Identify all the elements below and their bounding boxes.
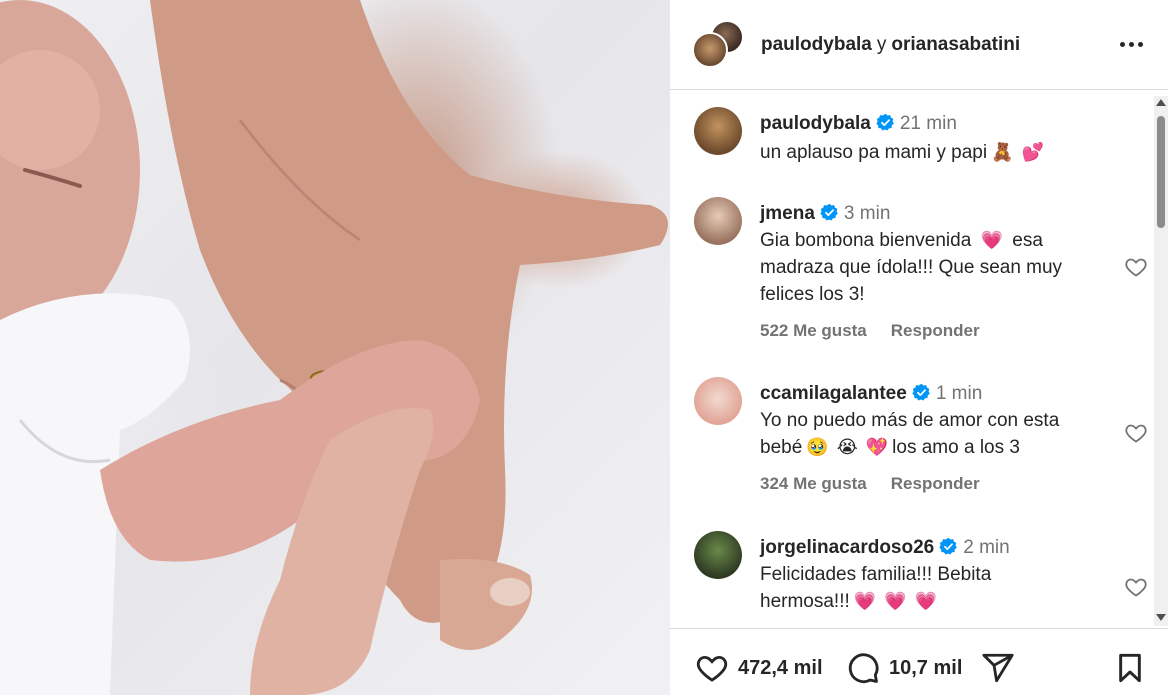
avatar[interactable] <box>692 32 728 68</box>
comment-line: Felicidades familia!!! Bebita <box>760 564 992 585</box>
comment-time: 21 min <box>899 113 957 134</box>
comment-meta: 324 Me gusta Responder <box>760 474 980 494</box>
comment-likes[interactable]: 522 Me gusta <box>760 321 867 340</box>
reply-button[interactable]: Responder <box>891 321 980 340</box>
authors-joiner: y <box>876 34 887 55</box>
comment-item: ccamilagalantee 1 min Yo no puedo más de … <box>694 377 1147 497</box>
comment-icon <box>848 653 879 684</box>
heart-icon <box>696 655 728 682</box>
avatar[interactable] <box>694 197 742 245</box>
comment-line: madraza que ídola!!! Que sean muy <box>760 257 1063 278</box>
comment-text: un aplauso pa mami y papi 🧸 💕 <box>760 139 1048 166</box>
like-comment-heart-icon[interactable] <box>1124 421 1148 445</box>
post-photo <box>0 0 670 695</box>
comment-line: felices los 3! <box>760 284 865 305</box>
comment-count[interactable]: 10,7 mil <box>889 657 962 680</box>
comment-text: Gia bombona bienvenida 💗 esa madraza que… <box>760 227 1110 308</box>
share-icon <box>982 653 1014 683</box>
avatar[interactable] <box>694 531 742 579</box>
more-icon-dot <box>1137 41 1143 47</box>
post-authors: paulodybala y orianasabatini <box>761 34 1020 56</box>
scrollbar-thumb[interactable] <box>1157 116 1165 228</box>
post-sidebar: paulodybala y orianasabatini paulodybala 21… <box>670 0 1168 695</box>
comment-text: Felicidades familia!!! Bebita hermosa!!!… <box>760 561 1110 615</box>
more-icon <box>1119 41 1125 47</box>
author-link[interactable]: orianasabatini <box>891 34 1020 55</box>
like-button[interactable]: 472,4 mil <box>694 651 823 685</box>
comment-username[interactable]: paulodybala <box>760 113 871 134</box>
crying-face-emoji: 😭 <box>836 437 858 457</box>
caption: paulodybala 21 min un aplauso pa mami y p… <box>694 107 1124 167</box>
verified-icon <box>820 203 838 221</box>
sparkling-heart-emoji: 💖 <box>865 437 889 457</box>
pleading-face-emoji: 🥹 <box>806 437 829 457</box>
comment-item: jmena 3 min Gia bombona bienvenida 💗 esa … <box>694 197 1147 347</box>
share-button[interactable] <box>980 651 1016 685</box>
comment-line: Gia bombona bienvenida <box>760 230 977 251</box>
caption-text: un aplauso pa mami y papi <box>760 142 988 163</box>
comments-list[interactable]: paulodybala 21 min un aplauso pa mami y p… <box>670 91 1168 628</box>
comment-text: Yo no puedo más de amor con esta bebé 🥹 😭 💖… <box>760 407 1110 461</box>
heart-emoji: 💗 <box>980 230 1003 250</box>
comment-button[interactable]: 10,7 mil <box>845 651 962 685</box>
comments-scrollbar[interactable] <box>1154 96 1168 626</box>
comment-meta: 522 Me gusta Responder <box>760 321 980 341</box>
comment-username[interactable]: jmena <box>760 203 815 224</box>
like-count[interactable]: 472,4 mil <box>738 657 823 680</box>
two-hearts-emoji: 💕 <box>1021 142 1044 162</box>
comment-line: bebé <box>760 437 803 458</box>
bookmark-icon <box>1119 653 1141 683</box>
comment-line: los amo a los 3 <box>892 437 1020 458</box>
comment-item: jorgelinacardoso26 2 min Felicidades fami… <box>694 531 1147 628</box>
post-header: paulodybala y orianasabatini <box>670 0 1168 90</box>
heart-emoji: 💗 <box>914 591 938 611</box>
teddy-bear-emoji: 🧸 <box>991 142 1014 162</box>
scroll-up-arrow-icon[interactable] <box>1156 99 1166 106</box>
author-link[interactable]: paulodybala <box>761 34 872 55</box>
collab-avatars[interactable] <box>692 20 744 70</box>
comment-likes[interactable]: 324 Me gusta <box>760 474 867 493</box>
scroll-down-arrow-icon[interactable] <box>1156 614 1166 621</box>
reply-button[interactable]: Responder <box>891 474 980 493</box>
heart-emoji: 💗 <box>853 591 877 611</box>
avatar[interactable] <box>694 107 742 155</box>
like-comment-heart-icon[interactable] <box>1124 575 1148 599</box>
verified-icon <box>912 383 930 401</box>
comment-line: Yo no puedo más de amor con esta <box>760 410 1060 431</box>
photo-illustration <box>0 0 668 695</box>
verified-icon <box>939 537 958 555</box>
heart-emoji: 💗 <box>884 591 907 611</box>
comment-username[interactable]: ccamilagalantee <box>760 383 907 404</box>
post-actions: 472,4 mil 10,7 mil <box>670 628 1168 695</box>
more-options-button[interactable] <box>1116 30 1146 58</box>
comment-time: 1 min <box>935 383 983 404</box>
avatar[interactable] <box>694 377 742 425</box>
comment-time: 2 min <box>963 537 1010 558</box>
save-button[interactable] <box>1114 651 1146 685</box>
more-icon-dot <box>1128 41 1134 47</box>
comment-line: esa <box>1006 230 1043 251</box>
like-comment-heart-icon[interactable] <box>1124 255 1148 279</box>
comment-time: 3 min <box>843 203 891 224</box>
comment-line: hermosa!!! <box>760 591 850 612</box>
comment-username[interactable]: jorgelinacardoso26 <box>760 537 934 558</box>
verified-icon <box>876 113 894 131</box>
